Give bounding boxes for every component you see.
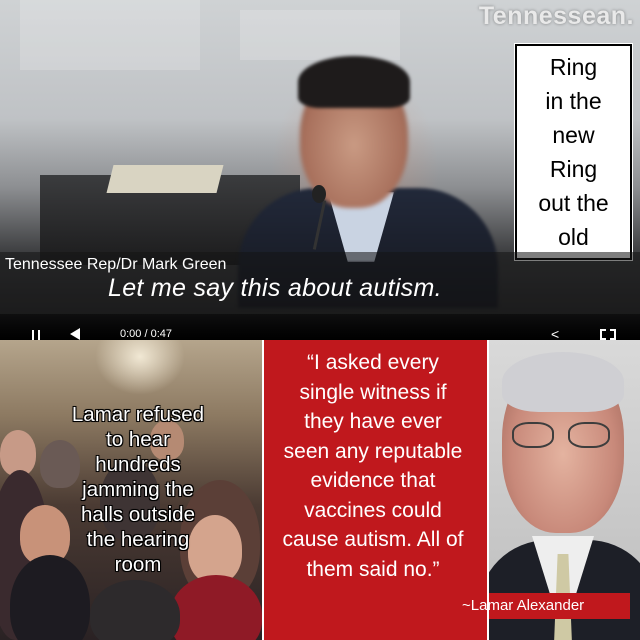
crowd-text-line: halls outside xyxy=(81,503,195,526)
crowd-photo: Lamar refused to hear hundreds jamming t… xyxy=(0,340,262,640)
ring-line: in the xyxy=(545,88,602,114)
panel-divider xyxy=(262,340,264,640)
portrait-hair xyxy=(502,352,624,412)
crowd-text-line: hundreds xyxy=(95,453,181,476)
speaker-name-label: Tennessee Rep/Dr Mark Green xyxy=(5,256,227,273)
ring-line: Ring xyxy=(549,54,598,80)
crowd-person xyxy=(90,580,180,640)
quote-attribution: ~Lamar Alexander xyxy=(456,593,630,619)
quote-line: vaccines could xyxy=(304,498,442,522)
ring-line: old xyxy=(558,224,589,250)
ceiling-light xyxy=(240,10,400,60)
microphone-icon xyxy=(312,185,326,203)
quote-line: single witness if xyxy=(299,380,447,404)
crowd-text-line: room xyxy=(114,553,162,576)
ring-line: new xyxy=(552,122,595,148)
panel-divider xyxy=(487,340,489,640)
crowd-text-line: Lamar refused xyxy=(71,403,205,426)
crowd-text-line: the hearing xyxy=(86,528,190,551)
quote-panel: “I asked every single witness if they ha… xyxy=(262,340,488,640)
crowd-text-line: jamming the xyxy=(82,478,194,501)
crowd-text-line: to hear xyxy=(106,428,170,451)
quote-line: they have ever xyxy=(304,410,442,433)
crowd-overlay-text: Lamar refused to hear hundreds jamming t… xyxy=(58,402,218,577)
podium-papers xyxy=(106,165,224,193)
share-icon[interactable]: < xyxy=(551,327,559,340)
ceiling-light xyxy=(20,0,200,70)
speaker-hair xyxy=(298,56,410,108)
volume-icon[interactable] xyxy=(70,328,80,340)
quote-line: seen any reputable xyxy=(283,439,463,463)
fullscreen-icon[interactable] xyxy=(600,329,616,340)
video-caption: Let me say this about autism. xyxy=(108,274,442,302)
tennessean-watermark: Tennessean. xyxy=(478,2,634,30)
ring-line: out the xyxy=(538,190,609,216)
video-timecode: 0:00 / 0:47 xyxy=(120,328,172,340)
hallway-light xyxy=(95,340,185,395)
quote-line: evidence that xyxy=(310,469,436,492)
quote-line: them said no.” xyxy=(306,557,440,581)
quote-line: “I asked every xyxy=(307,351,439,374)
ring-in-new-box: Ring in the new Ring out the old xyxy=(514,43,633,261)
quote-text: “I asked every single witness if they ha… xyxy=(268,348,478,584)
video-player[interactable]: Tennessean. Ring in the new Ring out the… xyxy=(0,0,640,340)
video-controls: 0:00 / 0:47 < xyxy=(0,314,640,340)
quote-line: cause autism. All of xyxy=(282,528,464,551)
pause-icon[interactable] xyxy=(32,330,40,340)
ring-line: Ring xyxy=(549,156,598,182)
glasses-icon xyxy=(512,422,616,450)
